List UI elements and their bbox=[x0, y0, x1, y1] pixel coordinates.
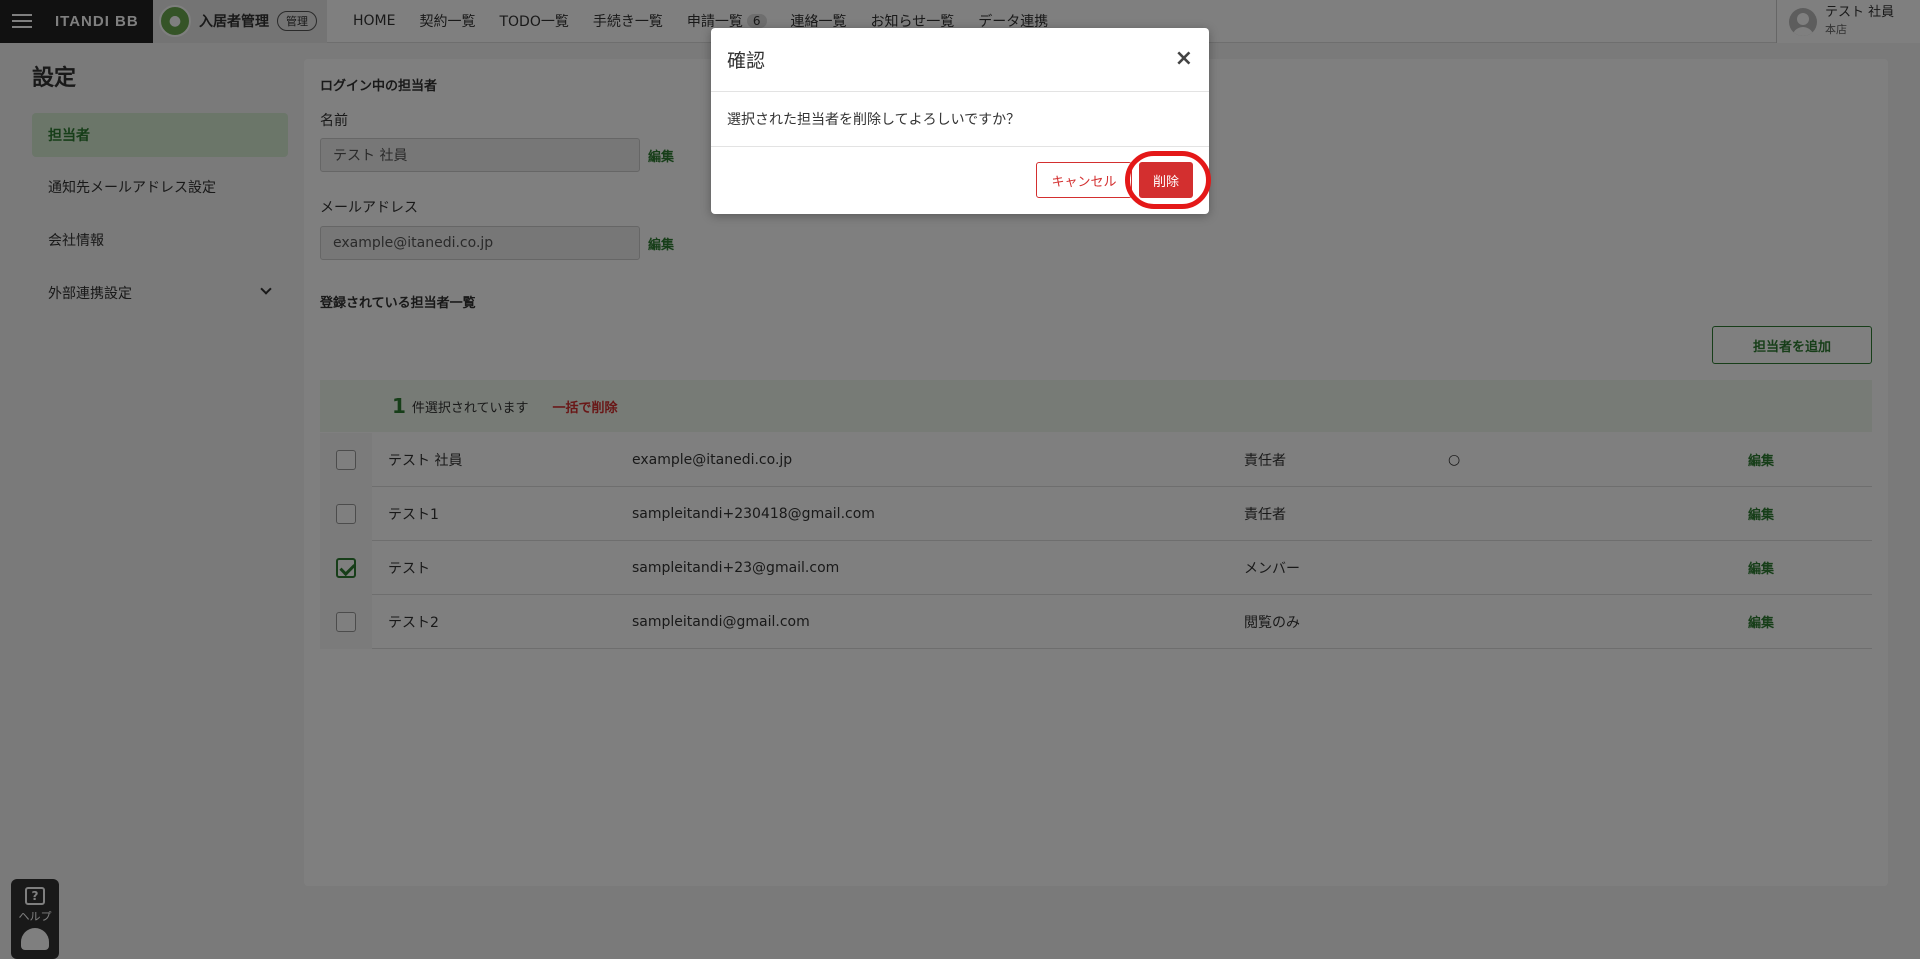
cancel-button[interactable]: キャンセル bbox=[1036, 162, 1132, 198]
highlight-ring bbox=[1125, 151, 1211, 209]
dialog-message: 選択された担当者を削除してよろしいですか？ bbox=[711, 92, 1209, 147]
close-icon[interactable]: × bbox=[1175, 46, 1193, 71]
dialog-title: 確認 bbox=[727, 50, 766, 72]
dialog-header: 確認 × bbox=[711, 28, 1209, 92]
